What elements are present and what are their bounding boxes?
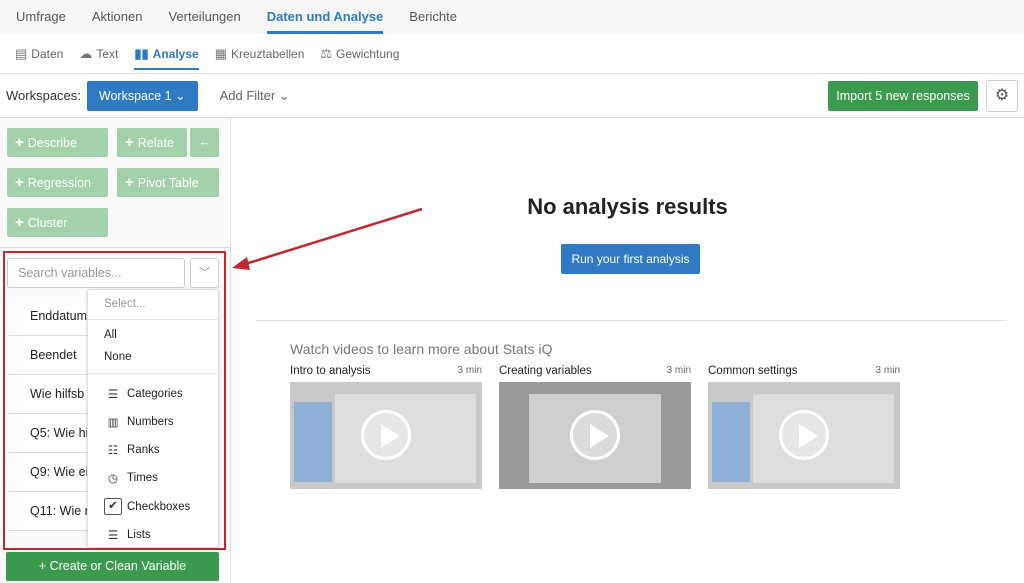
- video-card[interactable]: Creating variables 3 min: [499, 365, 691, 489]
- divider: [256, 320, 1006, 321]
- annotation-arrow: [232, 207, 423, 270]
- video-thumbnail[interactable]: [708, 382, 900, 489]
- video-card[interactable]: Common settings 3 min: [708, 365, 900, 489]
- video-card[interactable]: Intro to analysis 3 min: [290, 365, 482, 489]
- empty-state-title: No analysis results: [527, 194, 728, 219]
- video-thumbnail[interactable]: [290, 382, 482, 489]
- video-thumbnail[interactable]: [499, 382, 691, 489]
- videos-heading: Watch videos to learn more about Stats i…: [290, 341, 553, 357]
- run-analysis-button[interactable]: Run your first analysis: [561, 244, 700, 274]
- play-icon[interactable]: [570, 410, 620, 460]
- play-icon[interactable]: [361, 410, 411, 460]
- play-icon[interactable]: [779, 410, 829, 460]
